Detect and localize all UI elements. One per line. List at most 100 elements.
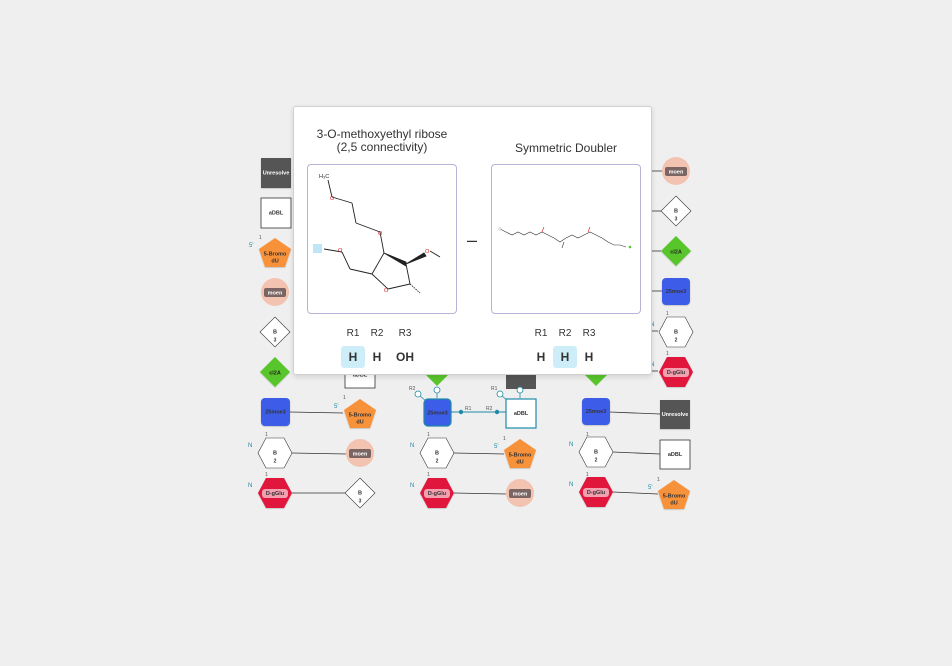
monomer-base-b2[interactable]: B 2 [419,437,455,469]
atom-label: O [384,288,389,294]
atom-label: O [330,196,335,202]
monomer-5-bromo-du[interactable]: 5-Bromo dU [504,439,536,468]
monomer-label: moen [353,451,368,457]
monomer-adbl-selected[interactable]: aDBL [505,398,537,429]
monomer-label: 2 [595,457,598,463]
terminal-label: 1 [666,311,669,317]
monomer-label: 2 [675,337,678,343]
monomer-base-b3[interactable]: B 3 [259,316,291,348]
monomer-d-gglu[interactable]: D-gGlu [258,478,292,508]
bond[interactable] [453,452,505,455]
terminal-label: 5' [249,243,253,249]
monomer-label: B [273,329,277,335]
monomer-label: B [594,449,598,455]
left-structure-panel: H₃C O O O O O [307,164,457,314]
terminal-label: 1 [427,472,430,478]
terminal-label: 1 [427,432,430,438]
monomer-adbl[interactable]: aDBL [659,439,691,470]
terminal-label: 5' [494,444,498,450]
monomer-moen[interactable]: moen [506,479,534,507]
monomer-unresolved[interactable]: Unresolve [660,400,690,429]
monomer-25moe3[interactable]: 25moe3 [662,278,690,305]
terminal-label: 1 [265,432,268,438]
monomer-label: 5-Bromo [264,251,287,257]
r-group-value-selected[interactable]: H [553,346,577,368]
bond[interactable] [612,491,659,495]
monomer-5-bromo-du[interactable]: 5-Bromo dU [658,480,690,509]
monomer-label: aDBL [269,210,284,216]
bond[interactable] [612,451,661,455]
monomer-label: 25moe3 [586,409,607,415]
r-group-value[interactable]: H [529,346,553,368]
attachment-label: R1 [491,386,498,392]
monomer-label: aDBL [668,452,683,458]
terminal-label: 1 [259,235,262,241]
monomer-label: moen [669,169,684,175]
right-structure-image [498,226,632,249]
monomer-unresolved[interactable]: Unresolve [261,158,291,188]
monomer-label: D-gGlu [428,491,446,497]
terminal-label: N [569,482,573,488]
monomer-d-gglu[interactable]: D-gGlu [659,357,693,387]
monomer-base-b2[interactable]: B 2 [658,316,694,348]
monomer-5-bromo-du[interactable]: 5-Bromo dU [344,399,376,428]
monomer-unresolved-partial[interactable] [506,373,536,389]
monomer-moen[interactable]: moen [346,439,374,467]
monomer-label: D-gGlu [266,491,284,497]
monomer-label: 5-Bromo [663,493,686,499]
r-group-value[interactable]: H [577,346,601,368]
attachment-point[interactable] [433,386,441,394]
monomer-base-b3[interactable]: B 3 [344,477,376,509]
monomer-label: 3 [274,337,277,343]
monomer-label: D-gGlu [587,490,605,496]
monomer-label: 25moe3 [666,289,687,295]
monomer-cl2a[interactable]: cl2A [260,357,290,387]
monomer-cl2a[interactable]: cl2A [661,236,691,266]
bond[interactable] [453,492,507,495]
monomer-label: B [273,450,277,456]
terminal-label: 1 [657,477,660,483]
bond[interactable] [291,452,347,455]
monomer-label: moen [268,290,283,296]
bond[interactable] [289,411,344,414]
monomer-moen[interactable]: moen [261,278,289,306]
monomer-d-gglu[interactable]: D-gGlu [579,477,613,507]
terminal-label: 5' [648,485,652,491]
left-monomer-title: 3-O-methoxyethyl ribose (2,5 connectivit… [306,128,458,154]
bond-preview-popup: 3-O-methoxyethyl ribose (2,5 connectivit… [293,106,652,375]
monomer-label: Unresolve [662,412,689,418]
monomer-adbl[interactable]: aDBL [260,197,292,229]
monomer-label: 25moe3 [265,409,286,415]
r-group-value-selected[interactable]: H [341,346,365,368]
bond[interactable] [609,411,661,415]
r-group-name: R3 [582,328,596,339]
monomer-label: 2 [436,458,439,464]
monomer-label: 3 [359,498,362,504]
right-r3-column: R3 H [577,326,601,368]
monomer-label: B [358,490,362,496]
r-group-value[interactable]: OH [391,346,419,368]
monomer-5-bromo-du[interactable]: 5-Bromo dU [259,238,291,267]
monomer-25moe3[interactable]: 25moe3 [261,398,290,426]
terminal-label: N [248,443,252,449]
monomer-base-b2[interactable]: B 2 [257,437,293,469]
monomer-base-b2[interactable]: B 2 [578,436,614,468]
monomer-label: dU [670,500,677,506]
monomer-moen[interactable]: moen [662,157,690,185]
attachment-label: R2 [409,386,416,392]
monomer-d-gglu[interactable]: D-gGlu [420,478,454,508]
monomer-label: 25moe3 [427,410,448,416]
monomer-label: 5-Bromo [349,412,372,418]
r-group-value[interactable]: H [365,346,389,368]
monomer-25moe3-selected[interactable]: 25moe3 [423,398,452,427]
monomer-label: cl2A [670,249,682,255]
monomer-label: dU [271,258,278,264]
r-group-name: R2 [370,328,384,339]
right-monomer-title: Symmetric Doubler [514,141,618,155]
atom-label: H₃C [319,174,329,180]
monomer-label: B [674,208,678,214]
monomer-label: aDBL [514,411,529,417]
monomer-25moe3[interactable]: 25moe3 [582,398,610,425]
attachment-point[interactable] [516,386,524,394]
monomer-base-b3[interactable]: B 3 [660,195,692,227]
